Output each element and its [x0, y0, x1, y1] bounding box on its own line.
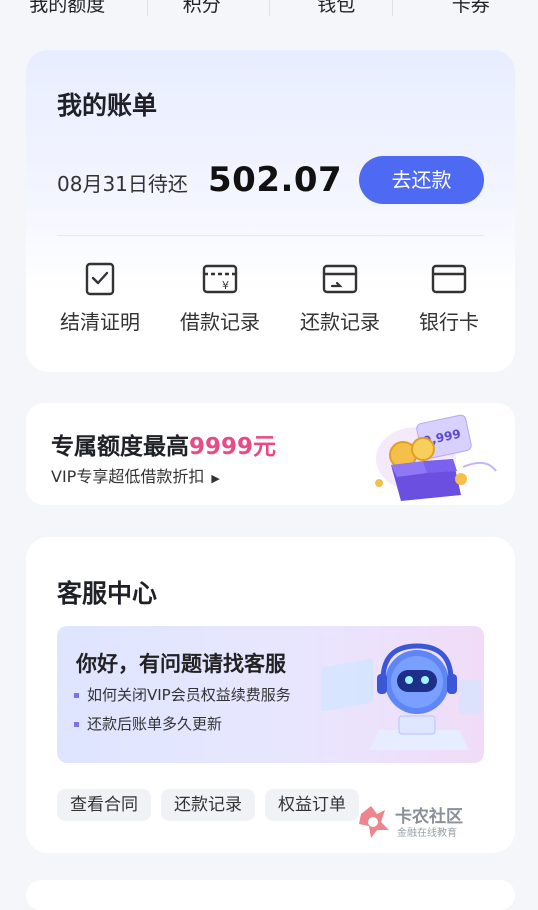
- loan-record-icon: ¥: [202, 262, 238, 296]
- bank-card-icon: [431, 262, 467, 296]
- service-robot-icon: [319, 640, 484, 760]
- benefit-order-chip[interactable]: 权益订单: [265, 789, 359, 821]
- divider: [57, 235, 484, 236]
- banner-title: 你好，有问题请找客服: [76, 648, 286, 678]
- watermark-logo: 卡农社区 金融在线教育: [357, 802, 481, 842]
- promo-headline-prefix: 专属额度最高: [51, 434, 189, 460]
- view-contract-chip[interactable]: 查看合同: [57, 789, 151, 821]
- loan-record-button[interactable]: ¥ 借款记录: [165, 262, 275, 335]
- certificate-icon: [85, 262, 115, 296]
- action-label: 借款记录: [165, 306, 275, 335]
- svg-text:¥: ¥: [222, 279, 229, 292]
- triangle-right-icon: ▶: [211, 472, 219, 485]
- settlement-certificate-button[interactable]: 结清证明: [45, 262, 155, 335]
- top-nav: 我的额度 积分 钱包 卡券: [0, 0, 538, 22]
- action-label: 结清证明: [45, 306, 155, 335]
- faq-text: 如何关闭VIP会员权益续费服务: [87, 686, 291, 704]
- nav-coupons[interactable]: 卡券: [404, 0, 538, 16]
- service-banner[interactable]: 你好，有问题请找客服 如何关闭VIP会员权益续费服务 还款后账单多久更新: [57, 626, 484, 763]
- promo-subtitle-text: VIP专享超低借款折扣: [51, 467, 204, 486]
- next-card-edge: [26, 880, 515, 910]
- bullet-icon: [74, 722, 79, 727]
- repayment-record-chip[interactable]: 还款记录: [161, 789, 255, 821]
- nav-points[interactable]: 积分: [135, 0, 270, 16]
- promo-headline: 专属额度最高9999元: [51, 427, 276, 461]
- action-label: 还款记录: [285, 306, 395, 335]
- bullet-icon: [74, 693, 79, 698]
- nav-wallet[interactable]: 钱包: [269, 0, 404, 16]
- repayment-record-button[interactable]: 还款记录: [285, 262, 395, 335]
- nav-divider: [392, 0, 393, 16]
- bill-card: 我的账单 08月31日待还 502.07 去还款 结清证明 ¥ 借款记录: [26, 50, 515, 372]
- repay-button[interactable]: 去还款: [359, 156, 484, 204]
- faq-item[interactable]: 还款后账单多久更新: [74, 713, 222, 734]
- faq-item[interactable]: 如何关闭VIP会员权益续费服务: [74, 684, 291, 705]
- service-title: 客服中心: [57, 574, 157, 610]
- bill-title: 我的账单: [57, 86, 157, 122]
- nav-divider: [269, 0, 270, 16]
- action-label: 银行卡: [394, 306, 504, 335]
- repay-record-icon: [322, 262, 358, 296]
- bank-card-button[interactable]: 银行卡: [394, 262, 504, 335]
- bill-actions: 结清证明 ¥ 借款记录 还款记录 银行卡: [26, 262, 515, 342]
- service-shortcuts: 查看合同 还款记录 权益订单: [57, 789, 359, 821]
- due-amount: 502.07: [208, 160, 342, 200]
- nav-divider: [147, 0, 148, 16]
- promo-subtitle[interactable]: VIP专享超低借款折扣 ▶: [51, 463, 220, 487]
- vip-promo-card[interactable]: 专属额度最高9999元 VIP专享超低借款折扣 ▶ 9,999: [26, 403, 515, 505]
- faq-text: 还款后账单多久更新: [87, 715, 222, 733]
- watermark-tagline: 金融在线教育: [397, 826, 457, 839]
- promo-highlight-amount: 9999元: [189, 434, 276, 460]
- watermark-name: 卡农社区: [395, 806, 463, 827]
- nav-my-limit[interactable]: 我的额度: [0, 0, 135, 16]
- gift-box-illustration: 9,999: [361, 409, 506, 501]
- due-date-label: 08月31日待还: [57, 168, 188, 197]
